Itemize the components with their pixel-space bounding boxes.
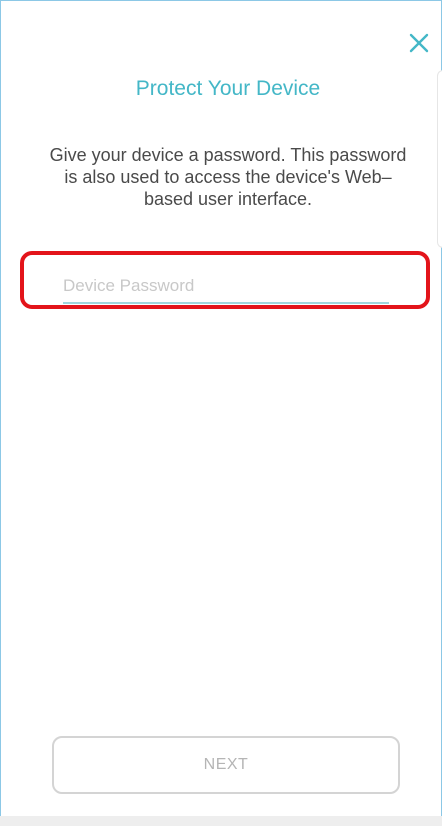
side-card-edge xyxy=(437,70,442,248)
close-icon xyxy=(409,33,429,53)
bottom-bar xyxy=(0,816,442,826)
dialog-frame xyxy=(0,0,442,826)
next-button[interactable]: NEXT xyxy=(52,736,400,794)
description-text: Give your device a password. This passwo… xyxy=(49,145,407,209)
page-title: Protect Your Device xyxy=(135,77,321,100)
close-button[interactable] xyxy=(404,28,434,58)
device-password-input[interactable] xyxy=(63,270,389,304)
